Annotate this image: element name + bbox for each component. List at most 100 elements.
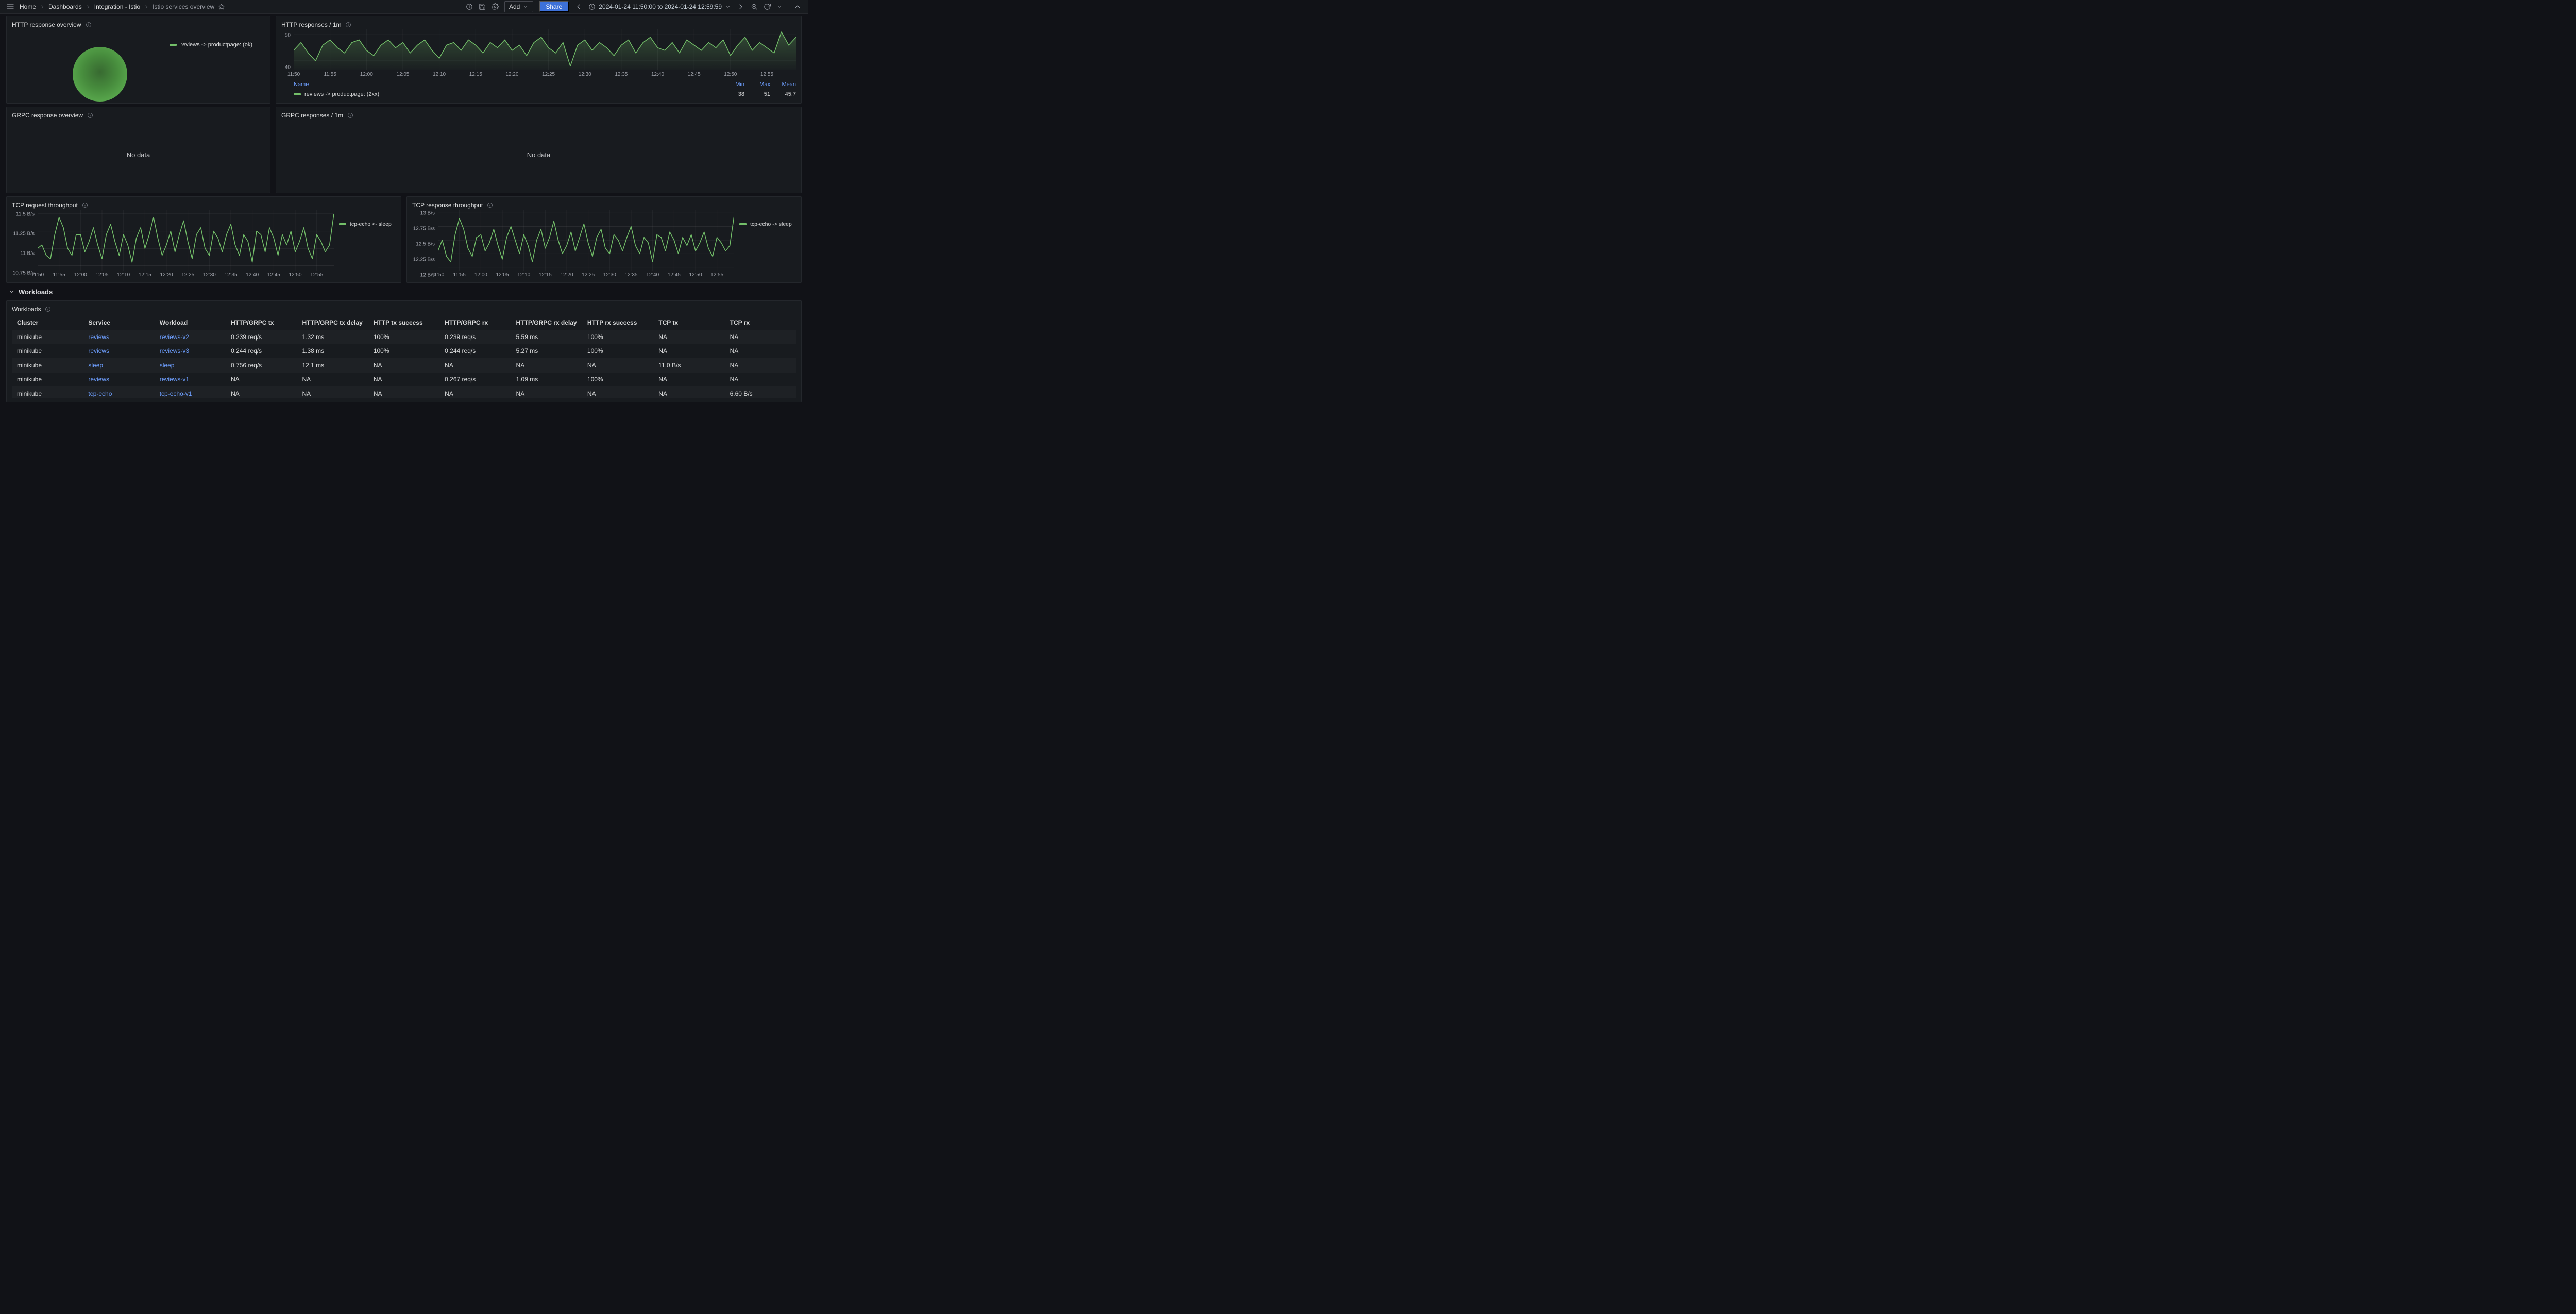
chart-plot-area[interactable] (38, 210, 334, 271)
series-swatch (339, 223, 346, 225)
cell-link[interactable]: reviews (88, 333, 109, 341)
legend-label[interactable]: reviews -> productpage: (2xx) (304, 91, 379, 97)
legend-label[interactable]: tcp-echo -> sleep (750, 221, 792, 227)
star-icon[interactable] (218, 3, 225, 10)
column-header[interactable]: HTTP tx success (368, 319, 439, 326)
info-icon[interactable] (86, 22, 92, 28)
table-cell: NA (226, 390, 297, 397)
info-circle-icon[interactable] (466, 3, 473, 10)
breadcrumb-home[interactable]: Home (20, 3, 36, 10)
column-header[interactable]: HTTP/GRPC rx (439, 319, 511, 326)
x-tick-label: 12:20 (560, 272, 573, 278)
chart-plot-area[interactable] (294, 29, 796, 70)
column-header[interactable]: TCP rx (725, 319, 796, 326)
legend-header-min[interactable]: Min (719, 81, 744, 88)
cell-link[interactable]: sleep (160, 362, 175, 369)
legend-header-name[interactable]: Name (294, 81, 719, 88)
table-cell: reviews (83, 333, 154, 341)
panel-title[interactable]: GRPC responses / 1m (281, 112, 343, 119)
table-row: minikubereviewsreviews-v30.244 req/s1.38… (12, 344, 796, 359)
table-cell: NA (297, 390, 368, 397)
y-axis: 12 B/s12.25 B/s12.5 B/s12.75 B/s13 B/s (412, 210, 438, 279)
cell-link[interactable]: tcp-echo-v1 (160, 390, 192, 397)
column-header[interactable]: HTTP rx success (582, 319, 653, 326)
panel-title[interactable]: TCP request throughput (12, 201, 78, 209)
y-tick-label: 12.75 B/s (413, 226, 435, 232)
gear-icon[interactable] (492, 3, 499, 10)
cell-link[interactable]: reviews-v2 (160, 333, 189, 341)
panel-title[interactable]: HTTP responses / 1m (281, 21, 341, 28)
info-icon[interactable] (487, 202, 493, 208)
chevron-left-icon[interactable] (574, 3, 583, 11)
table-cell: minikube (12, 390, 83, 397)
info-icon[interactable] (45, 306, 51, 312)
y-tick-label: 13 B/s (420, 211, 435, 216)
add-button-label: Add (509, 3, 520, 10)
column-header[interactable]: HTTP/GRPC tx (226, 319, 297, 326)
x-axis: 11:5011:5512:0012:0512:1012:1512:2012:25… (294, 70, 796, 78)
cell-link[interactable]: reviews (88, 376, 109, 383)
tcp-request-chart: 10.75 B/s11 B/s11.25 B/s11.5 B/s 11:5011… (12, 210, 396, 279)
table-cell: sleep (83, 362, 154, 369)
refresh-interval-caret-icon[interactable] (776, 4, 783, 10)
breadcrumb-folder[interactable]: Integration - Istio (94, 3, 140, 10)
legend-label[interactable]: reviews -> productpage: (ok) (180, 42, 252, 48)
table-cell: 0.267 req/s (439, 376, 511, 383)
table-cell: 1.32 ms (297, 333, 368, 341)
share-button[interactable]: Share (539, 1, 569, 12)
x-tick-label: 12:25 (542, 72, 555, 77)
table-cell: 100% (582, 376, 653, 383)
legend-header-max[interactable]: Max (744, 81, 770, 88)
x-axis: 11:5011:5512:0012:0512:1012:1512:2012:25… (38, 271, 334, 279)
cell-link[interactable]: reviews-v1 (160, 376, 189, 383)
save-icon[interactable] (479, 3, 486, 10)
y-tick-label: 40 (285, 64, 291, 70)
legend-label[interactable]: tcp-echo <- sleep (350, 221, 392, 227)
menu-icon[interactable] (6, 3, 14, 11)
info-icon[interactable] (82, 202, 88, 208)
info-icon[interactable] (347, 112, 353, 119)
cell-link[interactable]: reviews (88, 347, 109, 355)
legend-header-mean[interactable]: Mean (770, 81, 796, 88)
time-range-picker[interactable]: 2024-01-24 11:50:00 to 2024-01-24 12:59:… (588, 3, 731, 10)
column-header[interactable]: HTTP/GRPC tx delay (297, 319, 368, 326)
x-tick-label: 12:45 (668, 272, 681, 278)
column-header[interactable]: Service (83, 319, 154, 326)
chart-legend: tcp-echo -> sleep (734, 210, 796, 279)
column-header[interactable]: Cluster (12, 319, 83, 326)
row-header-workloads[interactable]: Workloads (6, 286, 802, 297)
column-header[interactable]: Workload (155, 319, 226, 326)
column-header[interactable]: TCP tx (653, 319, 724, 326)
refresh-icon[interactable] (764, 3, 771, 10)
x-tick-label: 12:20 (505, 72, 518, 77)
zoom-out-icon[interactable] (751, 3, 758, 10)
table-cell: 0.244 req/s (226, 347, 297, 355)
legend-min-value: 38 (719, 91, 744, 97)
panel-title[interactable]: HTTP response overview (12, 21, 81, 28)
chevron-up-icon[interactable] (793, 3, 802, 11)
table-cell: 100% (582, 333, 653, 341)
info-icon[interactable] (345, 22, 351, 28)
x-tick-label: 12:00 (74, 272, 87, 278)
table-cell: 100% (368, 333, 439, 341)
panel-title[interactable]: TCP response throughput (412, 201, 483, 209)
panel-title[interactable]: GRPC response overview (12, 112, 83, 119)
table-cell: NA (725, 376, 796, 383)
table-cell: NA (725, 333, 796, 341)
info-icon[interactable] (87, 112, 93, 119)
cell-link[interactable]: tcp-echo (88, 390, 112, 397)
table-cell: NA (511, 390, 582, 397)
chart-plot-area[interactable] (438, 210, 734, 271)
panel-title[interactable]: Workloads (12, 306, 41, 313)
chevron-right-icon[interactable] (737, 3, 745, 11)
add-button[interactable]: Add (504, 1, 533, 12)
cell-link[interactable]: sleep (88, 362, 103, 369)
column-header[interactable]: HTTP/GRPC rx delay (511, 319, 582, 326)
y-tick-label: 12.25 B/s (413, 257, 435, 262)
cell-link[interactable]: reviews-v3 (160, 347, 189, 355)
table-cell: NA (725, 362, 796, 369)
clock-icon (588, 3, 596, 10)
breadcrumb-dashboards[interactable]: Dashboards (48, 3, 82, 10)
table-cell: reviews-v3 (155, 347, 226, 355)
pie-chart[interactable] (73, 47, 127, 102)
